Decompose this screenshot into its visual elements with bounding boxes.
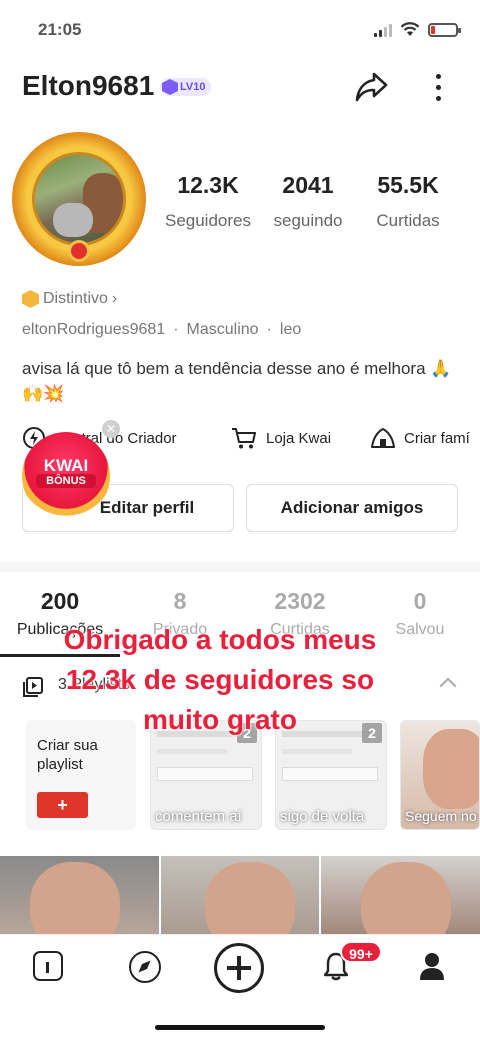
- stat-followers[interactable]: 12.3K Seguidores: [158, 172, 258, 231]
- badge-link[interactable]: Distintivo ›: [22, 290, 117, 308]
- section-divider: [0, 562, 480, 572]
- stat-following[interactable]: 2041 seguindo: [258, 172, 358, 231]
- playlist-thumbnail[interactable]: Seguem no insta elton: [400, 720, 480, 830]
- stat-value: 12.3K: [177, 172, 239, 198]
- family-house-icon: [371, 428, 395, 448]
- video-thumbnail[interactable]: [0, 856, 159, 936]
- create-playlist-label: Criar sua playlist: [37, 737, 98, 773]
- signal-icon: [374, 23, 392, 37]
- playlist-caption: comentem aí: [155, 808, 242, 825]
- stat-value: 55.5K: [377, 172, 439, 198]
- level-label: LV10: [180, 81, 206, 93]
- stat-label: Curtidas: [376, 211, 440, 230]
- share-icon[interactable]: [352, 68, 390, 106]
- add-friends-label: Adicionar amigos: [280, 498, 424, 517]
- create-post-icon[interactable]: [214, 943, 264, 993]
- playlist-caption: sigo de volta: [280, 808, 365, 825]
- status-icons: [374, 22, 461, 37]
- avatar-photo: [32, 152, 126, 246]
- video-thumbnail[interactable]: [160, 856, 320, 936]
- badge-icon: [22, 290, 39, 308]
- bottom-nav: 99+: [0, 934, 480, 1042]
- tab-count: 0: [413, 588, 427, 614]
- playlist-caption: Seguem no insta elton: [405, 808, 479, 824]
- separator-dot: ·: [266, 321, 272, 338]
- bio: avisa lá que tô bem a tendência desse an…: [22, 359, 452, 403]
- cart-icon: [232, 428, 256, 449]
- shortcut-label: Criar famí: [404, 429, 470, 447]
- profile-icon[interactable]: [418, 951, 446, 981]
- create-playlist-button[interactable]: +: [37, 792, 88, 818]
- handle: eltonRodrigues9681: [22, 321, 166, 338]
- overlay-caption: Obrigado a todos meus 12.3k de seguidore…: [63, 624, 377, 735]
- shortcut-label: Loja Kwai: [266, 429, 332, 447]
- home-icon[interactable]: [33, 951, 63, 981]
- shortcut-create-family[interactable]: Criar famí: [370, 426, 470, 450]
- add-friends-button[interactable]: Adicionar amigos: [246, 484, 458, 532]
- separator-dot: ·: [173, 321, 179, 338]
- notification-badge: 99+: [340, 941, 382, 963]
- more-options-icon[interactable]: [426, 68, 450, 106]
- stat-label: Seguidores: [164, 211, 251, 230]
- stat-label: seguindo: [273, 211, 343, 230]
- tab-count: 8: [173, 588, 187, 614]
- avatar[interactable]: [12, 132, 146, 267]
- stat-likes[interactable]: 55.5K Curtidas: [358, 172, 458, 231]
- username: Elton9681: [22, 70, 155, 101]
- kwai-bonus-title: KWAI: [43, 456, 89, 475]
- tab-count: 200: [40, 588, 80, 614]
- shortcut-kwai-shop[interactable]: Loja Kwai: [230, 426, 331, 450]
- status-time: 21:05: [38, 20, 82, 39]
- level-badge[interactable]: LV10: [160, 78, 212, 96]
- profile-info-line: eltonRodrigues9681 · Masculino · leo: [22, 321, 301, 339]
- stat-value: 2041: [282, 172, 334, 198]
- chevron-right-icon: ›: [111, 290, 118, 307]
- badge-label: Distintivo: [43, 290, 108, 307]
- tab-count: 2302: [274, 588, 326, 614]
- profile-header: Elton9681 LV10: [0, 64, 480, 112]
- zodiac: leo: [279, 321, 302, 338]
- gender: Masculino: [186, 321, 259, 338]
- kwai-bonus-badge[interactable]: KWAI BÔNUS: [22, 432, 110, 520]
- wifi-icon: [400, 22, 420, 36]
- video-thumbnail[interactable]: [321, 856, 480, 936]
- close-icon[interactable]: ✕: [102, 420, 120, 438]
- home-indicator: [155, 1025, 325, 1030]
- kwai-bonus-subtitle: BÔNUS: [36, 474, 96, 488]
- video-grid: [0, 856, 480, 936]
- level-hex-icon: [162, 79, 178, 95]
- status-bar: 21:05: [0, 0, 480, 60]
- battery-icon: [428, 22, 461, 37]
- discover-icon[interactable]: [129, 951, 161, 983]
- chevron-up-icon[interactable]: [439, 677, 457, 695]
- profile-stats: 12.3K Seguidores 2041 seguindo 55.5K Cur…: [158, 172, 458, 231]
